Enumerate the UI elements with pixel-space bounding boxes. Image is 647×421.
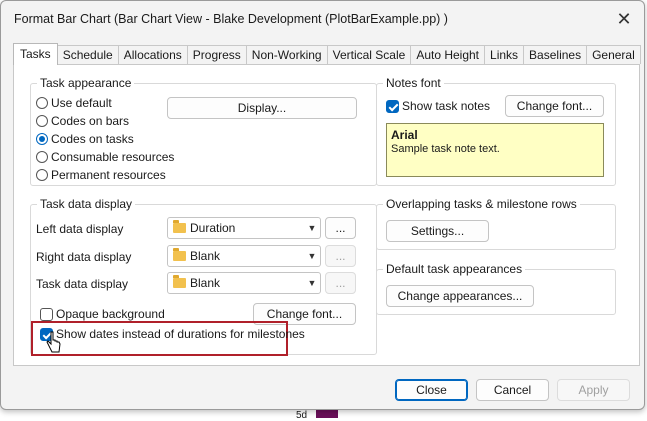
notes-font-title: Notes font	[383, 76, 444, 90]
default-appearances-title: Default task appearances	[383, 262, 526, 276]
task-data-display-combo[interactable]: Blank ▼	[167, 272, 321, 294]
left-data-display-combo[interactable]: Duration ▼	[167, 217, 321, 239]
background-bar-label: 5d	[296, 410, 308, 421]
tab-baselines[interactable]: Baselines	[523, 45, 588, 64]
background-task-bar	[316, 410, 338, 418]
sample-note-text: Sample task note text.	[391, 143, 500, 155]
task-data-more-button[interactable]: ...	[325, 272, 356, 294]
checkbox-box[interactable]	[386, 99, 399, 113]
radio-label: Use default	[51, 96, 112, 110]
tab-schedule[interactable]: Schedule	[56, 45, 119, 64]
chevron-down-icon[interactable]: ▼	[304, 223, 320, 233]
radio-use-default[interactable]: Use default	[36, 95, 112, 111]
task-data-display-label: Task data display	[36, 277, 129, 291]
task-data-display-title: Task data display	[37, 197, 136, 211]
radio-label: Codes on bars	[51, 114, 130, 128]
left-data-more-button[interactable]: ...	[325, 217, 356, 239]
radio-codes-on-tasks[interactable]: Codes on tasks	[36, 131, 134, 147]
sample-font-name: Arial	[391, 128, 418, 142]
folder-icon	[173, 220, 186, 233]
right-data-more-button[interactable]: ...	[325, 245, 356, 267]
close-window-icon[interactable]: ✕	[612, 8, 636, 30]
right-data-display-label: Right data display	[36, 250, 132, 264]
note-font-sample: Arial Sample task note text.	[386, 123, 604, 177]
window-title: Format Bar Chart (Bar Chart View - Blake…	[14, 12, 448, 26]
folder-icon	[173, 275, 186, 288]
right-data-display-combo[interactable]: Blank ▼	[167, 245, 321, 267]
tab-general[interactable]: General	[586, 45, 641, 64]
radio-button[interactable]	[36, 151, 48, 163]
radio-label: Codes on tasks	[51, 132, 134, 146]
radio-button[interactable]	[36, 169, 48, 181]
show-dates-label: Show dates instead of durations for mile…	[56, 327, 305, 341]
tab-tasks[interactable]: Tasks	[13, 43, 58, 65]
combo-value: Blank	[190, 249, 221, 263]
show-task-notes-checkbox[interactable]: Show task notes	[386, 98, 490, 114]
radio-button[interactable]	[36, 97, 48, 109]
settings-button[interactable]: Settings...	[386, 220, 489, 242]
chevron-down-icon[interactable]: ▼	[304, 278, 320, 288]
opaque-background-checkbox[interactable]: Opaque background	[40, 306, 165, 322]
display-button[interactable]: Display...	[167, 97, 357, 119]
tab-strip: Tasks Schedule Allocations Progress Non-…	[13, 43, 641, 65]
title-bar: Format Bar Chart (Bar Chart View - Blake…	[1, 1, 644, 37]
show-dates-checkbox[interactable]: Show dates instead of durations for mile…	[40, 326, 305, 342]
radio-button[interactable]	[36, 133, 48, 145]
radio-label: Consumable resources	[51, 150, 175, 164]
tab-vertical-scale[interactable]: Vertical Scale	[326, 45, 412, 64]
change-appearances-button[interactable]: Change appearances...	[386, 285, 534, 307]
overlapping-title: Overlapping tasks & milestone rows	[383, 197, 580, 211]
tab-links[interactable]: Links	[484, 45, 525, 64]
checkbox-box[interactable]	[40, 307, 53, 321]
radio-codes-on-bars[interactable]: Codes on bars	[36, 113, 129, 129]
notes-change-font-button[interactable]: Change font...	[505, 95, 604, 117]
tab-progress[interactable]: Progress	[186, 45, 247, 64]
radio-label: Permanent resources	[51, 168, 166, 182]
combo-value: Duration	[190, 221, 236, 235]
mouse-cursor-icon	[46, 331, 61, 353]
task-appearance-title: Task appearance	[37, 76, 135, 90]
apply-button[interactable]: Apply	[557, 379, 630, 401]
folder-icon	[173, 248, 186, 261]
tasks-tab-panel: Task appearance Use default Codes on bar…	[13, 64, 640, 366]
opaque-background-label: Opaque background	[56, 307, 165, 321]
left-data-display-label: Left data display	[36, 222, 124, 236]
tab-allocations[interactable]: Allocations	[117, 45, 188, 64]
tab-auto-height[interactable]: Auto Height	[410, 45, 486, 64]
combo-value: Blank	[190, 276, 221, 290]
cancel-button[interactable]: Cancel	[476, 379, 549, 401]
format-bar-chart-dialog: Format Bar Chart (Bar Chart View - Blake…	[0, 0, 645, 410]
tab-non-working[interactable]: Non-Working	[245, 45, 328, 64]
show-task-notes-label: Show task notes	[402, 99, 491, 113]
radio-button[interactable]	[36, 115, 48, 127]
close-button[interactable]: Close	[395, 379, 468, 401]
chevron-down-icon[interactable]: ▼	[304, 251, 320, 261]
radio-consumable-resources[interactable]: Consumable resources	[36, 149, 174, 165]
radio-permanent-resources[interactable]: Permanent resources	[36, 167, 166, 183]
